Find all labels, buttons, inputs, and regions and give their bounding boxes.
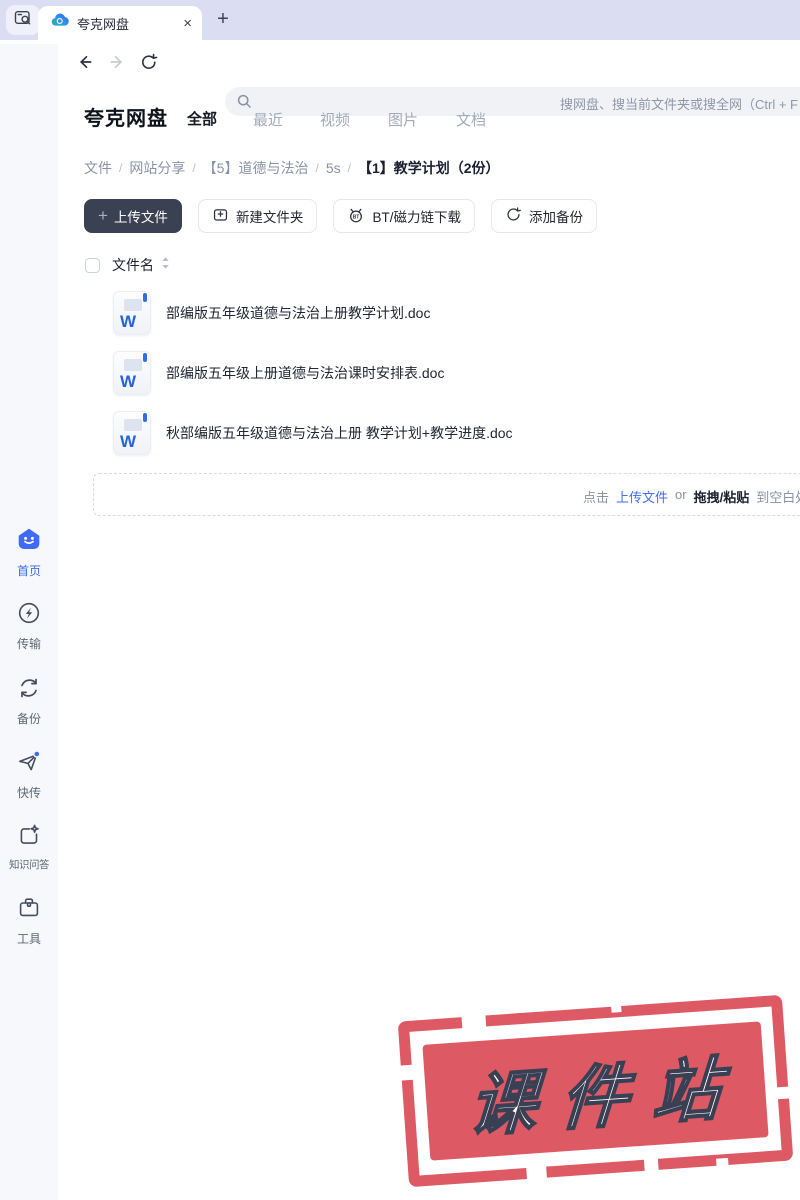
breadcrumb-item[interactable]: 5s: [326, 160, 341, 176]
new-folder-label: 新建文件夹: [235, 210, 304, 225]
new-folder-button[interactable]: 新建文件夹: [197, 199, 318, 233]
select-all-checkbox[interactable]: [85, 257, 100, 273]
search-placeholder: 搜网盘、搜当前文件夹或搜全网（Ctrl + F: [560, 97, 798, 112]
sidebar-item-transfer[interactable]: 传输: [0, 600, 58, 652]
browser-tab-bar: 夸克网盘 × +: [0, 0, 800, 40]
tab-close-icon[interactable]: ×: [183, 16, 192, 31]
back-icon[interactable]: [76, 53, 94, 71]
bt-download-button[interactable]: BT BT/磁力链下载: [333, 199, 475, 233]
bt-download-label: BT/磁力链下载: [372, 210, 461, 225]
file-name[interactable]: 部编版五年级上册道德与法治课时安排表.doc: [166, 363, 444, 383]
browser-tab-active[interactable]: 夸克网盘 ×: [38, 6, 202, 40]
tab-search-icon: [14, 10, 32, 31]
breadcrumb-item[interactable]: 【5】道德与法治: [203, 158, 309, 178]
sidebar-item-label: 知识问答: [9, 859, 50, 871]
sidebar-item-label: 快传: [16, 786, 41, 800]
quark-logo-icon: [50, 11, 69, 35]
forward-icon[interactable]: [108, 53, 126, 71]
breadcrumb-item[interactable]: 文件: [84, 158, 112, 178]
courseware-stamp-watermark: 课件站: [397, 994, 794, 1188]
word-doc-icon: W: [113, 351, 151, 395]
sort-icon[interactable]: [161, 256, 170, 275]
sidebar-item-tools[interactable]: 工具: [0, 895, 58, 947]
upload-hint-prefix: 点击: [583, 490, 610, 505]
new-tab-button[interactable]: +: [210, 7, 236, 33]
tab-images[interactable]: 图片: [388, 109, 418, 130]
upload-hint-suffix: 到空白处: [756, 490, 800, 505]
refresh-icon[interactable]: [140, 53, 158, 71]
breadcrumb: 文件 / 网站分享 / 【5】道德与法治 / 5s / 【1】教学计划（2份）: [84, 158, 500, 178]
home-icon: [0, 525, 58, 558]
upload-hint: 点击 上传文件 or 拖拽/粘贴 到空白处: [583, 487, 800, 506]
tab-all[interactable]: 全部: [187, 108, 217, 129]
quick-send-icon: [0, 749, 58, 780]
sidebar-item-label: 工具: [16, 932, 41, 946]
file-list: W 部编版五年级道德与法治上册教学计划.doc W 部编版五年级上册道德与法治课…: [64, 283, 800, 463]
browser-tab-title: 夸克网盘: [77, 16, 130, 32]
add-backup-label: 添加备份: [528, 210, 583, 225]
file-name-column-header: 文件名: [112, 257, 154, 273]
search-input[interactable]: 搜网盘、搜当前文件夹或搜全网（Ctrl + F: [225, 87, 800, 116]
svg-text:BT: BT: [353, 214, 361, 220]
sidebar-item-label: 备份: [16, 712, 41, 726]
backup-icon: [0, 675, 58, 706]
breadcrumb-separator: /: [347, 161, 351, 175]
file-row[interactable]: W 部编版五年级上册道德与法治课时安排表.doc: [64, 343, 800, 403]
word-doc-icon: W: [113, 291, 151, 335]
tools-icon: [0, 895, 58, 926]
file-row[interactable]: W 秋部编版五年级道德与法治上册 教学计划+教学进度.doc: [64, 403, 800, 463]
file-row[interactable]: W 部编版五年级道德与法治上册教学计划.doc: [64, 283, 800, 343]
browser-toolbar: 搜网盘、搜当前文件夹或搜全网（Ctrl + F: [0, 40, 800, 116]
breadcrumb-current: 【1】教学计划（2份）: [357, 160, 500, 176]
breadcrumb-separator: /: [315, 161, 319, 175]
file-name[interactable]: 秋部编版五年级道德与法治上册 教学计划+教学进度.doc: [166, 423, 513, 443]
sidebar-item-quick-send[interactable]: 快传: [0, 749, 58, 801]
sidebar-item-label: 传输: [16, 637, 41, 651]
tab-videos[interactable]: 视频: [320, 109, 350, 130]
quark-drive-window: 夸克网盘 × + 搜网盘、搜当前文件夹或搜全网（Ctrl + F 首页 传输 备…: [0, 0, 800, 1200]
file-list-header: 文件名: [85, 255, 170, 275]
bt-magnet-icon: BT: [347, 206, 365, 227]
sidebar-item-backup[interactable]: 备份: [0, 675, 58, 727]
page-title: 夸克网盘: [84, 108, 168, 130]
backup-sync-icon: [505, 206, 522, 226]
sidebar-item-knowledge-qa[interactable]: 知识问答: [0, 822, 58, 872]
stamp-text: 课件站: [466, 1048, 749, 1146]
breadcrumb-separator: /: [119, 161, 123, 175]
file-name[interactable]: 部编版五年级道德与法治上册教学计划.doc: [166, 303, 430, 323]
new-folder-icon: [212, 206, 229, 226]
search-icon: [236, 93, 253, 115]
upload-file-link[interactable]: 上传文件: [616, 487, 668, 506]
sidebar-item-label: 首页: [16, 564, 41, 578]
add-backup-button[interactable]: 添加备份: [490, 199, 597, 233]
sidebar: 首页 传输 备份 快传 知识问答 工具: [0, 44, 58, 1200]
breadcrumb-separator: /: [192, 161, 196, 175]
knowledge-qa-icon: [0, 822, 58, 853]
upload-hint-drag: 拖拽/粘贴: [693, 490, 750, 505]
plus-icon: +: [98, 205, 108, 225]
stamp-inner-panel: 课件站: [422, 1021, 769, 1161]
upload-file-button[interactable]: + 上传文件: [84, 199, 182, 233]
breadcrumb-item[interactable]: 网站分享: [129, 158, 185, 178]
tab-search-button[interactable]: [6, 5, 40, 35]
tab-recent[interactable]: 最近: [253, 109, 283, 130]
sidebar-item-home[interactable]: 首页: [0, 525, 58, 579]
tab-documents[interactable]: 文档: [456, 109, 486, 130]
transfer-icon: [0, 600, 58, 631]
upload-file-label: 上传文件: [113, 210, 168, 225]
word-doc-icon: W: [113, 411, 151, 455]
action-bar: + 上传文件 新建文件夹 BT BT/磁力链下载 添加备份: [84, 199, 597, 233]
upload-hint-or: or: [675, 487, 687, 502]
